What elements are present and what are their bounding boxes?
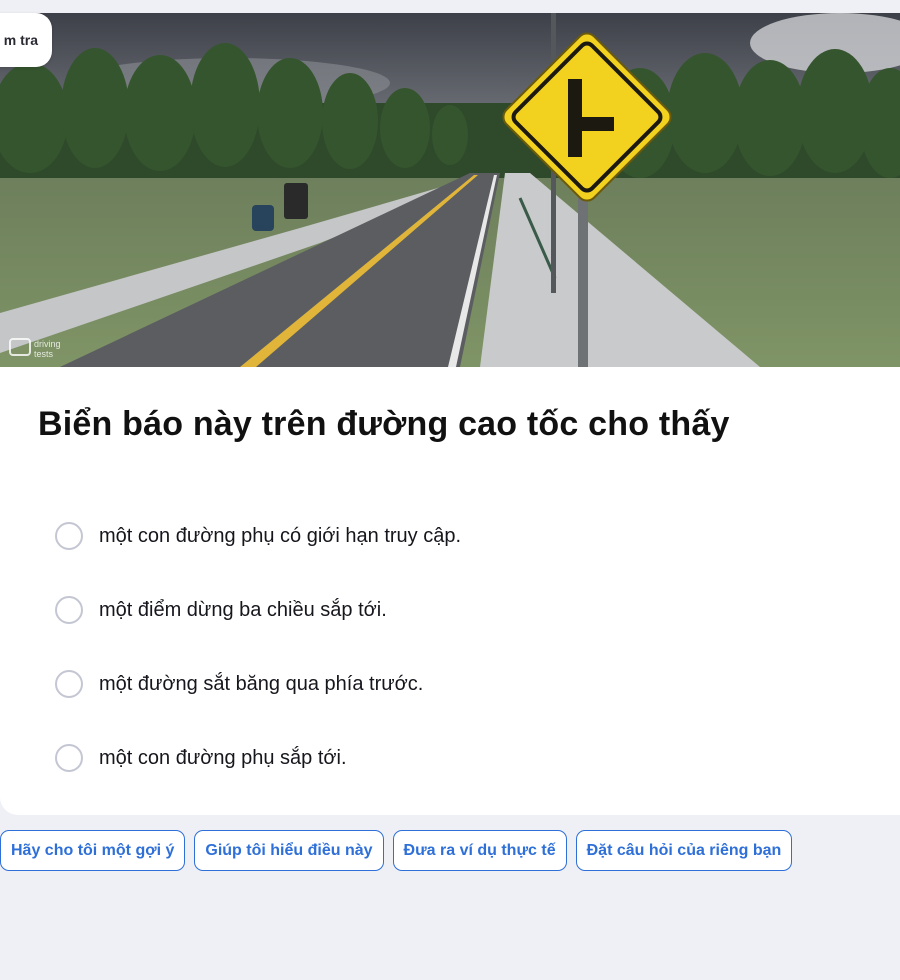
radio-button[interactable]	[55, 522, 83, 550]
svg-text:driving: driving	[34, 339, 61, 349]
svg-text:tests: tests	[34, 349, 54, 359]
answer-options: một con đường phụ có giới hạn truy cập. …	[55, 519, 855, 815]
answer-option-1[interactable]: một con đường phụ có giới hạn truy cập.	[55, 519, 855, 553]
real-example-button[interactable]: Đưa ra ví dụ thực tế	[392, 830, 567, 871]
answer-option-label: một điểm dừng ba chiều sắp tới.	[99, 598, 387, 621]
question-card: driving tests Biển báo này trên đường ca…	[0, 13, 900, 815]
question-text: Biển báo này trên đường cao tốc cho thấy	[38, 405, 730, 443]
radio-button[interactable]	[55, 596, 83, 624]
suggestion-chips: Hãy cho tôi một gợi ý Giúp tôi hiểu điều…	[0, 830, 793, 871]
answer-option-label: một con đường phụ có giới hạn truy cập.	[99, 524, 462, 547]
ask-own-question-button[interactable]: Đặt câu hỏi của riêng bạn	[575, 830, 793, 871]
answer-option-3[interactable]: một đường sắt băng qua phía trước.	[55, 667, 855, 701]
test-badge[interactable]: m tra	[0, 13, 52, 67]
radio-button[interactable]	[55, 744, 83, 772]
quiz-page: driving tests Biển báo này trên đường ca…	[0, 0, 900, 980]
radio-button[interactable]	[55, 670, 83, 698]
explain-button[interactable]: Giúp tôi hiểu điều này	[194, 830, 384, 871]
answer-option-4[interactable]: một con đường phụ sắp tới.	[55, 741, 855, 775]
answer-option-label: một đường sắt băng qua phía trước.	[99, 672, 424, 695]
road-sign-illustration: driving tests	[0, 13, 900, 367]
answer-option-label: một con đường phụ sắp tới.	[99, 746, 347, 769]
hint-button[interactable]: Hãy cho tôi một gợi ý	[0, 830, 186, 871]
answer-option-2[interactable]: một điểm dừng ba chiều sắp tới.	[55, 593, 855, 627]
